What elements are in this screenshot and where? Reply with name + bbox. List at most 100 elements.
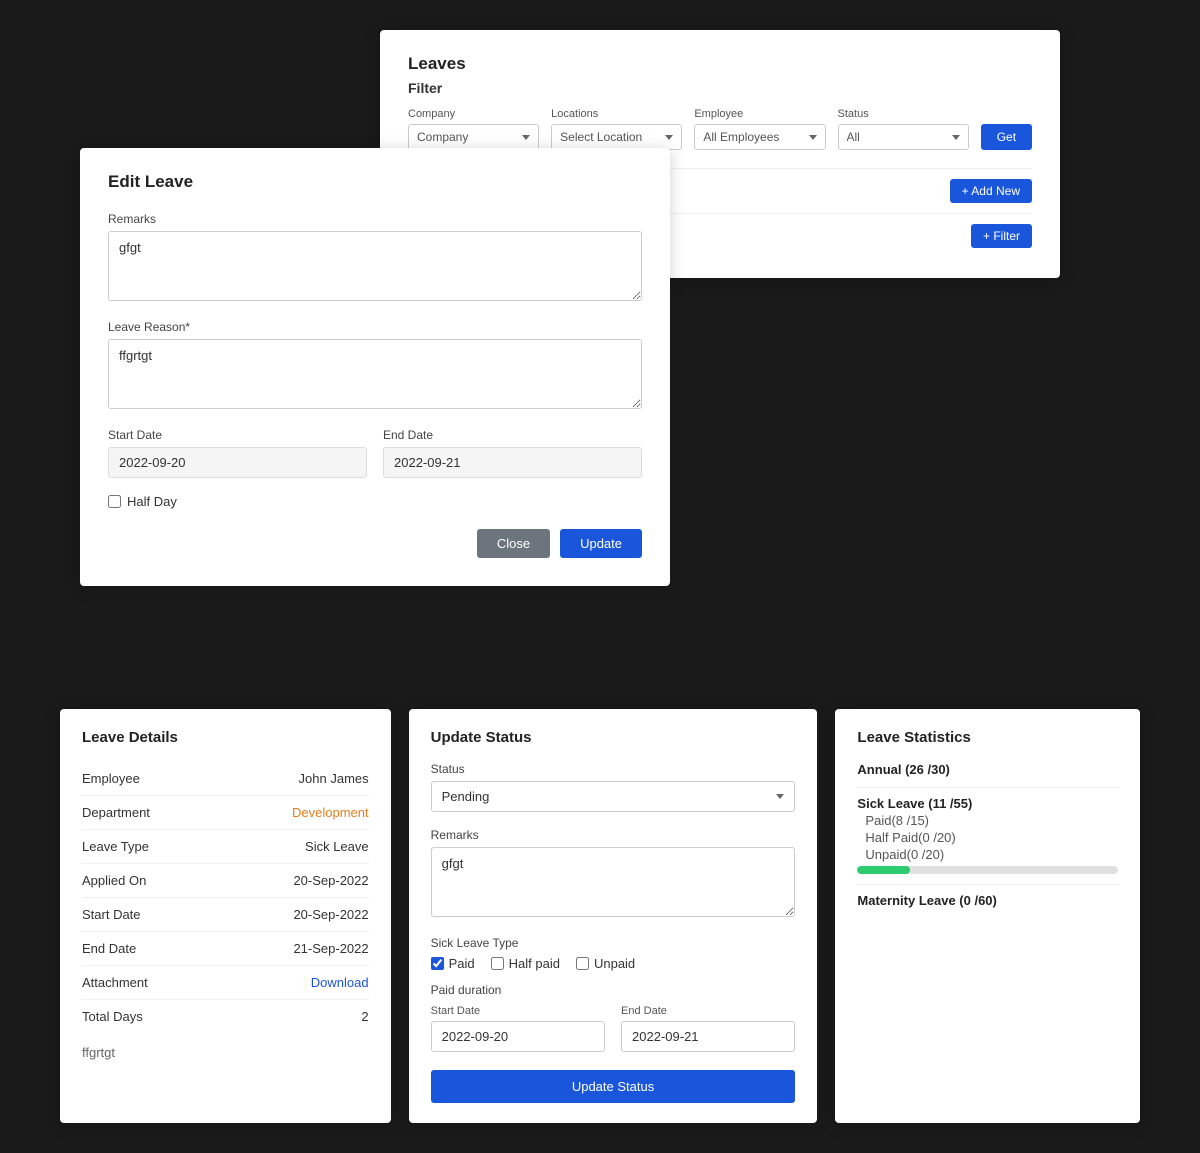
edit-leave-title: Edit Leave	[108, 172, 642, 192]
employee-field: Employee All Employees	[694, 108, 825, 150]
total-days-label: Total Days	[82, 1009, 143, 1024]
download-link[interactable]: Download	[311, 975, 369, 990]
locations-label: Locations	[551, 108, 682, 120]
leave-reason-label: Leave Reason*	[108, 320, 642, 334]
duration-start-label: Start Date	[431, 1005, 605, 1017]
end-date-group: End Date	[383, 428, 642, 478]
half-paid-sub: Half Paid(0 /20)	[865, 830, 1118, 845]
maternity-stat: Maternity Leave (0 /60)	[857, 893, 1118, 908]
sick-leave-label: Sick Leave (11 /55)	[857, 796, 1118, 811]
update-status-title: Update Status	[431, 729, 796, 746]
unpaid-option: Unpaid	[576, 956, 635, 971]
half-paid-option: Half paid	[491, 956, 560, 971]
duration-end-label: End Date	[621, 1005, 795, 1017]
status-field: Status All	[838, 108, 969, 150]
remarks-label: Remarks	[108, 212, 642, 226]
end-date-label: End Date	[383, 428, 642, 442]
table-row: Department Development	[82, 796, 369, 830]
paid-checkbox[interactable]	[431, 957, 444, 970]
duration-start-field: Start Date	[431, 1005, 605, 1052]
table-row: Start Date 20-Sep-2022	[82, 898, 369, 932]
unpaid-label: Unpaid	[594, 956, 635, 971]
half-day-checkbox[interactable]	[108, 495, 121, 508]
table-row: Employee John James	[82, 762, 369, 796]
start-date-group: Start Date	[108, 428, 367, 478]
end-date-value: 21-Sep-2022	[293, 941, 368, 956]
paid-option: Paid	[431, 956, 475, 971]
unpaid-checkbox[interactable]	[576, 957, 589, 970]
status-select[interactable]: All	[838, 124, 969, 150]
status-group: Status Pending	[431, 762, 796, 812]
leave-type-label: Leave Type	[82, 839, 149, 854]
leave-reason-textarea[interactable]: ffgrtgt	[108, 339, 642, 409]
half-paid-label: Half paid	[509, 956, 560, 971]
paid-duration-label: Paid duration	[431, 983, 796, 997]
filter-title: Filter	[408, 80, 1032, 96]
company-field: Company Company	[408, 108, 539, 150]
filter-button[interactable]: + Filter	[971, 224, 1032, 248]
table-row: End Date 21-Sep-2022	[82, 932, 369, 966]
locations-field: Locations Select Location	[551, 108, 682, 150]
start-date-label: Start Date	[82, 907, 141, 922]
update-button[interactable]: Update	[560, 529, 642, 558]
leaves-title: Leaves	[408, 54, 1032, 74]
paid-label: Paid	[449, 956, 475, 971]
remarks-textarea[interactable]: gfgt	[108, 231, 642, 301]
applied-on-value: 20-Sep-2022	[293, 873, 368, 888]
edit-btn-row: Close Update	[108, 529, 642, 558]
paid-sub: Paid(8 /15)	[865, 813, 1118, 828]
sick-leave-bar	[857, 866, 1118, 874]
department-label: Department	[82, 805, 150, 820]
table-row: Total Days 2	[82, 1000, 369, 1033]
get-button[interactable]: Get	[981, 124, 1032, 150]
employee-value: John James	[299, 771, 369, 786]
add-new-button[interactable]: + Add New	[950, 179, 1032, 203]
employee-select[interactable]: All Employees	[694, 124, 825, 150]
table-row: Leave Type Sick Leave	[82, 830, 369, 864]
remarks-group: Remarks gfgt	[108, 212, 642, 304]
duration-end-input[interactable]	[621, 1021, 795, 1052]
remarks-update-group: Remarks gfgt	[431, 828, 796, 920]
applied-on-label: Applied On	[82, 873, 146, 888]
annual-label: Annual (26 /30)	[857, 762, 1118, 777]
details-table: Employee John James Department Developme…	[82, 762, 369, 1033]
date-row: Start Date End Date	[108, 428, 642, 494]
remarks-update-label: Remarks	[431, 828, 796, 842]
attachment-label: Attachment	[82, 975, 148, 990]
company-label: Company	[408, 108, 539, 120]
stats-title: Leave Statistics	[857, 729, 1118, 746]
start-date-input[interactable]	[108, 447, 367, 478]
sick-leave-bar-fill	[857, 866, 909, 874]
end-date-input[interactable]	[383, 447, 642, 478]
sick-leave-stat: Sick Leave (11 /55) Paid(8 /15) Half Pai…	[857, 796, 1118, 874]
checkbox-options: Paid Half paid Unpaid	[431, 956, 796, 971]
annual-stat: Annual (26 /30)	[857, 762, 1118, 777]
employee-label: Employee	[694, 108, 825, 120]
locations-select[interactable]: Select Location	[551, 124, 682, 150]
paid-duration-section: Paid duration Start Date End Date	[431, 983, 796, 1052]
start-date-label: Start Date	[108, 428, 367, 442]
close-button[interactable]: Close	[477, 529, 550, 558]
duration-end-field: End Date	[621, 1005, 795, 1052]
duration-date-row: Start Date End Date	[431, 1005, 796, 1052]
status-select-label: Status	[431, 762, 796, 776]
duration-start-input[interactable]	[431, 1021, 605, 1052]
edit-leave-panel: Edit Leave Remarks gfgt Leave Reason* ff…	[80, 148, 670, 586]
sick-leave-type-label: Sick Leave Type	[431, 936, 796, 950]
leave-type-value: Sick Leave	[305, 839, 369, 854]
maternity-label: Maternity Leave (0 /60)	[857, 893, 1118, 908]
details-note: ffgrtgt	[82, 1045, 369, 1060]
details-title: Leave Details	[82, 729, 369, 746]
unpaid-sub: Unpaid(0 /20)	[865, 847, 1118, 862]
details-panel: Leave Details Employee John James Depart…	[60, 709, 391, 1123]
half-paid-checkbox[interactable]	[491, 957, 504, 970]
status-dropdown[interactable]: Pending	[431, 781, 796, 812]
sick-leave-type-section: Sick Leave Type Paid Half paid Unpaid	[431, 936, 796, 971]
update-status-button[interactable]: Update Status	[431, 1070, 796, 1103]
department-value: Development	[292, 805, 369, 820]
company-select[interactable]: Company	[408, 124, 539, 150]
status-label: Status	[838, 108, 969, 120]
leave-reason-group: Leave Reason* ffgrtgt	[108, 320, 642, 412]
end-date-label: End Date	[82, 941, 136, 956]
remarks-update-textarea[interactable]: gfgt	[431, 847, 796, 917]
